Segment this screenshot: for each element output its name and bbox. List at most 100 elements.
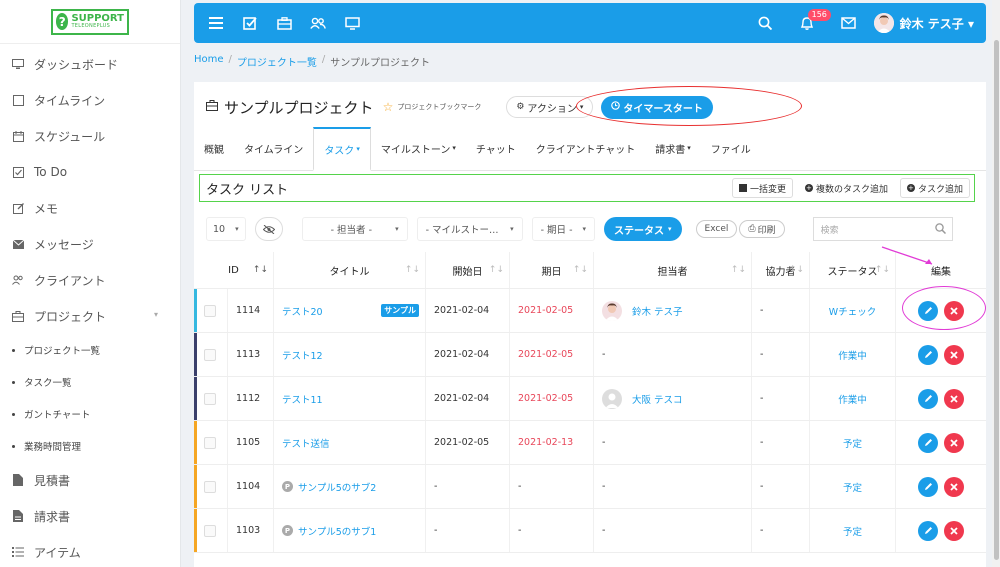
table-row[interactable]: 1112 テスト11 2021-02-04 2021-02-05 大阪 テスコ … <box>194 377 986 421</box>
search-icon[interactable] <box>757 15 773 31</box>
assignee-select[interactable]: - 担当者 - ▾ <box>301 217 408 241</box>
users-icon[interactable] <box>310 15 326 31</box>
page-size-select[interactable]: 10 ▾ <box>206 217 246 241</box>
status-cell[interactable]: 作業中 <box>810 377 896 420</box>
scrollbar-thumb[interactable] <box>994 40 999 560</box>
sidebar-item-memo[interactable]: メモ <box>0 190 180 226</box>
task-title-link[interactable]: テスト11 <box>282 392 323 406</box>
breadcrumb-home[interactable]: Home <box>194 54 224 69</box>
sidebar-subitem-work-time[interactable]: 業務時間管理 <box>0 430 180 462</box>
tab-overview[interactable]: 概観 <box>194 126 234 170</box>
tab-chat[interactable]: チャット <box>466 126 526 170</box>
status-cell[interactable]: 作業中 <box>810 333 896 376</box>
tab-timeline[interactable]: タイムライン <box>234 126 313 170</box>
sidebar-item-invoices[interactable]: 請求書 <box>0 498 180 534</box>
close-icon[interactable] <box>944 476 964 497</box>
menu-icon[interactable] <box>208 15 224 31</box>
pencil-icon[interactable] <box>918 388 938 409</box>
star-icon[interactable]: ☆ <box>383 100 394 114</box>
add-label: タスク追加 <box>917 184 963 195</box>
print-button[interactable]: ⎙ 印刷 <box>739 220 785 238</box>
close-icon[interactable] <box>944 520 964 541</box>
deadline-select[interactable]: - 期日 - ▾ <box>531 217 596 241</box>
close-icon[interactable] <box>944 300 964 321</box>
sidebar-item-items[interactable]: アイテム <box>0 534 180 567</box>
user-menu[interactable]: 鈴木 テス子 ▾ <box>900 15 974 32</box>
status-cell[interactable]: Wチェック <box>810 289 896 332</box>
pencil-icon[interactable] <box>918 520 938 541</box>
column-header-collaborator[interactable]: 協力者 ↑↓ <box>752 252 810 288</box>
sidebar-item-schedule[interactable]: スケジュール <box>0 118 180 154</box>
task-title-link[interactable]: テスト送信 <box>282 436 330 450</box>
timer-start-button[interactable]: タイマースタート <box>601 95 713 119</box>
column-header-title[interactable]: タイトル ↑↓ <box>274 252 426 288</box>
check-square-icon[interactable] <box>242 15 258 31</box>
pencil-icon[interactable] <box>918 300 938 321</box>
tab-milestones[interactable]: マイルストーン ▾ <box>371 126 466 170</box>
tab-files[interactable]: ファイル <box>701 126 761 170</box>
status-cell[interactable]: 予定 <box>810 465 896 508</box>
close-icon[interactable] <box>944 388 964 409</box>
tab-tasks[interactable]: タスク ▾ <box>313 127 371 171</box>
task-title-link[interactable]: サンプル5のサブ1 <box>298 524 376 538</box>
logo[interactable]: ? SUPPORT TELEONEPLUS <box>51 8 129 35</box>
close-icon[interactable] <box>944 432 964 453</box>
sidebar-subitem-gantt[interactable]: ガントチャート <box>0 398 180 430</box>
sidebar-subitem-task-list[interactable]: タスク一覧 <box>0 366 180 398</box>
monitor-icon[interactable] <box>344 15 360 31</box>
task-title-link[interactable]: サンプル5のサブ2 <box>298 480 376 494</box>
sidebar-item-timeline[interactable]: タイムライン <box>0 82 180 118</box>
column-header-status[interactable]: ステータス ↑↓ <box>810 252 896 288</box>
sidebar-subitem-project-list[interactable]: プロジェクト一覧 <box>0 334 180 366</box>
row-checkbox[interactable] <box>204 524 216 537</box>
table-row[interactable]: 1114 テスト20 サンプル 2021-02-04 2021-02-05 鈴木 … <box>194 289 986 333</box>
table-row[interactable]: 1113 テスト12 2021-02-04 2021-02-05 - - 作業中 <box>194 333 986 377</box>
close-icon[interactable] <box>944 344 964 365</box>
row-checkbox[interactable] <box>204 348 216 361</box>
avatar[interactable] <box>873 13 894 33</box>
assignee-link[interactable]: 鈴木 テス子 <box>632 304 683 318</box>
sidebar-item-todo[interactable]: To Do <box>0 154 180 190</box>
breadcrumb-project-list[interactable]: プロジェクト一覧 <box>237 54 317 69</box>
column-header-start[interactable]: 開始日 ↑↓ <box>426 252 510 288</box>
bookmark-link[interactable]: プロジェクトブックマーク <box>397 102 481 112</box>
pencil-icon[interactable] <box>918 432 938 453</box>
tab-client-chat[interactable]: クライアントチャット <box>526 126 646 170</box>
bulk-edit-button[interactable]: 一括変更 <box>731 178 793 198</box>
column-header-assignee[interactable]: 担当者 ↑↓ <box>594 252 752 288</box>
excel-button[interactable]: Excel <box>695 220 738 238</box>
status-cell[interactable]: 予定 <box>810 421 896 464</box>
briefcase-icon[interactable] <box>276 15 292 31</box>
table-row[interactable]: 1105 テスト送信 2021-02-05 2021-02-13 - - 予定 <box>194 421 986 465</box>
scrollbar[interactable] <box>992 0 1000 567</box>
status-cell[interactable]: 予定 <box>810 509 896 552</box>
row-checkbox[interactable] <box>204 392 216 405</box>
row-checkbox[interactable] <box>204 436 216 449</box>
pencil-icon[interactable] <box>918 344 938 365</box>
task-title-link[interactable]: テスト20 <box>282 304 323 318</box>
row-checkbox[interactable] <box>204 480 216 493</box>
assignee-link[interactable]: 大阪 テスコ <box>632 392 683 406</box>
search-input[interactable]: 検索 <box>812 217 953 241</box>
add-task-button[interactable]: + タスク追加 <box>899 178 970 198</box>
table-row[interactable]: 1104 P サンプル5のサブ2 - - - - 予定 <box>194 465 986 509</box>
status-filter-button[interactable]: ステータス ▾ <box>604 217 682 241</box>
sidebar-item-clients[interactable]: クライアント <box>0 262 180 298</box>
eye-slash-icon[interactable] <box>254 217 283 241</box>
sidebar-item-messages[interactable]: メッセージ <box>0 226 180 262</box>
tab-invoices[interactable]: 請求書 ▾ <box>645 126 701 170</box>
column-header-due[interactable]: 期日 ↑↓ <box>510 252 594 288</box>
sidebar-item-projects[interactable]: プロジェクト ▾ <box>0 298 180 334</box>
envelope-icon[interactable] <box>841 15 857 31</box>
table-row[interactable]: 1103 P サンプル5のサブ1 - - - - 予定 <box>194 509 986 553</box>
column-header-id[interactable]: ID ↑↓ <box>194 252 274 288</box>
add-multiple-tasks-button[interactable]: + 複数のタスク追加 <box>798 178 894 198</box>
milestone-select[interactable]: - マイルストー… ▾ <box>416 217 523 241</box>
row-checkbox[interactable] <box>204 304 216 317</box>
action-button[interactable]: ⚙ アクション ▾ <box>506 96 594 118</box>
pencil-icon[interactable] <box>918 476 938 497</box>
bell-icon[interactable]: 156 <box>799 9 831 31</box>
sidebar-item-dashboard[interactable]: ダッシュボード <box>0 46 180 82</box>
task-title-link[interactable]: テスト12 <box>282 348 323 362</box>
sidebar-item-estimates[interactable]: 見積書 <box>0 462 180 498</box>
